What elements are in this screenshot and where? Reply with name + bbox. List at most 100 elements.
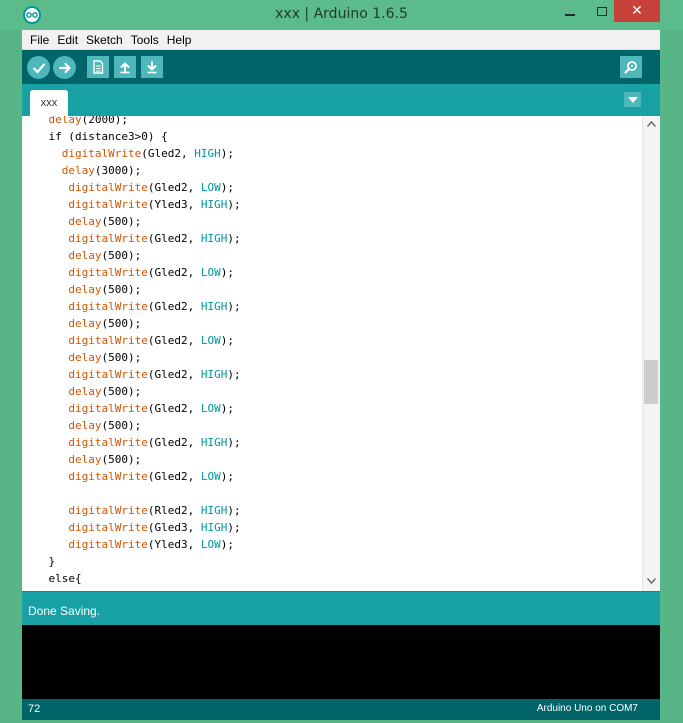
code-token: (500); bbox=[101, 453, 142, 466]
menu-sketch[interactable]: Sketch bbox=[82, 30, 127, 50]
status-bar: Done Saving. bbox=[22, 591, 660, 625]
code-token-function: digitalWrite bbox=[68, 300, 148, 313]
verify-button[interactable] bbox=[27, 56, 50, 79]
tab-xxx[interactable]: xxx bbox=[30, 90, 68, 116]
code-token-function: digitalWrite bbox=[68, 232, 148, 245]
menu-edit[interactable]: Edit bbox=[53, 30, 82, 50]
code-token-function: digitalWrite bbox=[68, 198, 148, 211]
code-token-constant: HIGH bbox=[194, 147, 221, 160]
code-token-function: delay bbox=[68, 453, 102, 466]
code-line[interactable]: digitalWrite(Gled2, LOW); bbox=[22, 264, 642, 281]
code-line[interactable]: digitalWrite(Gled2, LOW); bbox=[22, 468, 642, 485]
code-token-constant: LOW bbox=[200, 334, 221, 347]
code-line[interactable]: digitalWrite(Rled2, HIGH); bbox=[22, 502, 642, 519]
code-token-constant: HIGH bbox=[200, 300, 228, 313]
code-token-function: delay bbox=[48, 116, 82, 126]
minimize-button[interactable] bbox=[555, 0, 585, 22]
menu-file[interactable]: File bbox=[26, 30, 53, 50]
code-line[interactable]: delay(500); bbox=[22, 281, 642, 298]
code-token: (3000); bbox=[94, 164, 142, 177]
code-line[interactable]: digitalWrite(Gled2, HIGH); bbox=[22, 434, 642, 451]
code-editor[interactable]: delay(2000); if (distance3>0) { digitalW… bbox=[22, 116, 660, 591]
code-line[interactable]: delay(500); bbox=[22, 383, 642, 400]
maximize-button[interactable] bbox=[588, 0, 616, 22]
code-line[interactable]: delay(500); bbox=[22, 349, 642, 366]
code-token: (2000); bbox=[81, 116, 128, 126]
magnifier-icon bbox=[624, 61, 637, 74]
code-token: (Gled3, bbox=[147, 521, 201, 534]
code-line[interactable]: } bbox=[22, 553, 642, 570]
code-token-function: delay bbox=[68, 249, 102, 262]
document-icon bbox=[93, 60, 104, 74]
new-sketch-button[interactable] bbox=[87, 56, 109, 78]
code-token-constant: HIGH bbox=[200, 436, 228, 449]
save-sketch-button[interactable] bbox=[141, 56, 163, 78]
title-bar[interactable]: xxx | Arduino 1.6.5 ✕ bbox=[0, 0, 683, 30]
code-line[interactable]: digitalWrite(Gled2, LOW); bbox=[22, 332, 642, 349]
code-token: (Rled2, bbox=[147, 504, 201, 517]
code-line[interactable]: digitalWrite(Gled2, HIGH); bbox=[22, 366, 642, 383]
code-line[interactable]: if (distance3>0) { bbox=[22, 128, 642, 145]
code-token: (500); bbox=[101, 317, 142, 330]
upload-button[interactable] bbox=[53, 56, 76, 79]
code-line[interactable]: delay(500); bbox=[22, 247, 642, 264]
code-line[interactable]: digitalWrite(Yled3, LOW); bbox=[22, 536, 642, 553]
code-token-function: delay bbox=[68, 385, 102, 398]
close-icon: ✕ bbox=[631, 3, 643, 19]
code-token: ); bbox=[220, 147, 234, 160]
code-line[interactable]: delay(2000); bbox=[22, 116, 642, 128]
scroll-down-arrow-icon[interactable] bbox=[643, 573, 660, 589]
code-line[interactable]: delay(500); bbox=[22, 417, 642, 434]
tab-menu-button[interactable] bbox=[624, 92, 641, 107]
code-line[interactable]: delay(500); bbox=[22, 315, 642, 332]
console-output[interactable] bbox=[22, 625, 660, 699]
scroll-up-arrow-icon[interactable] bbox=[643, 116, 660, 132]
code-line[interactable]: delay(500); bbox=[22, 451, 642, 468]
menu-help[interactable]: Help bbox=[163, 30, 196, 50]
code-token-function: digitalWrite bbox=[61, 147, 142, 160]
code-line[interactable]: delay(3000); bbox=[22, 162, 642, 179]
code-line[interactable]: digitalWrite(Gled2, LOW); bbox=[22, 400, 642, 417]
code-token: (500); bbox=[101, 249, 142, 262]
code-text-area[interactable]: delay(2000); if (distance3>0) { digitalW… bbox=[22, 116, 642, 591]
code-line[interactable]: digitalWrite(Yled3, HIGH); bbox=[22, 196, 642, 213]
code-token-function: digitalWrite bbox=[68, 266, 148, 279]
code-token: (500); bbox=[101, 215, 142, 228]
code-token: (Gled2, bbox=[147, 402, 201, 415]
code-line[interactable]: else{ bbox=[22, 570, 642, 587]
code-token-constant: LOW bbox=[200, 402, 221, 415]
code-token-function: digitalWrite bbox=[68, 368, 148, 381]
open-sketch-button[interactable] bbox=[114, 56, 136, 78]
code-line[interactable]: digitalWrite(Gled2, LOW); bbox=[22, 179, 642, 196]
editor-vertical-scrollbar[interactable] bbox=[642, 116, 660, 591]
close-button[interactable]: ✕ bbox=[614, 0, 660, 22]
ide-client-area: File Edit Sketch Tools Help xxx delay(20… bbox=[22, 30, 660, 720]
code-token-constant: HIGH bbox=[200, 504, 228, 517]
code-line[interactable]: delay(500); bbox=[22, 213, 642, 230]
code-token: ); bbox=[227, 436, 241, 449]
code-line[interactable]: digitalWrite(Gled2, HIGH); bbox=[22, 145, 642, 162]
code-token: ); bbox=[220, 538, 234, 551]
code-line[interactable]: digitalWrite(Gled2, HIGH); bbox=[22, 298, 642, 315]
code-line[interactable] bbox=[22, 485, 642, 502]
serial-monitor-button[interactable] bbox=[620, 56, 642, 78]
code-line[interactable]: digitalWrite(Gled2, HIGH); bbox=[22, 230, 642, 247]
code-line[interactable]: digitalWrite(Gled3, HIGH); bbox=[22, 519, 642, 536]
code-token: (500); bbox=[101, 351, 142, 364]
code-token-function: delay bbox=[68, 351, 102, 364]
menu-tools[interactable]: Tools bbox=[127, 30, 163, 50]
scroll-thumb[interactable] bbox=[644, 360, 658, 404]
arrow-up-icon bbox=[120, 62, 130, 74]
